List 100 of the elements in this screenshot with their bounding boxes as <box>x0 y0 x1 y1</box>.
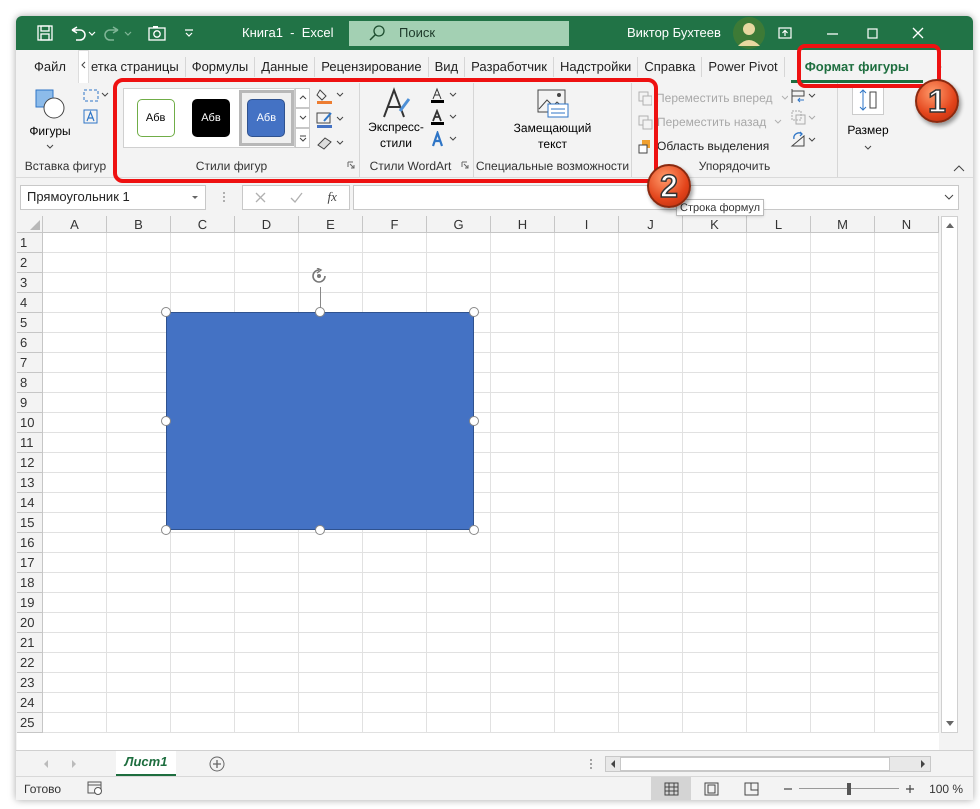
row-header[interactable]: 9 <box>17 393 43 413</box>
ribbon-tab[interactable]: етка страницы <box>88 52 185 82</box>
row-header[interactable]: 15 <box>17 513 43 533</box>
text-box-icon[interactable] <box>82 109 99 125</box>
row-header[interactable]: 6 <box>17 333 43 353</box>
customize-caret-icon[interactable] <box>184 29 194 37</box>
style-preset[interactable]: Абв <box>238 90 294 146</box>
collapse-ribbon-icon[interactable] <box>953 165 965 172</box>
row-header[interactable]: 14 <box>17 493 43 513</box>
row-header[interactable]: 7 <box>17 353 43 373</box>
row-header[interactable]: 16 <box>17 533 43 553</box>
dialog-launcher-icon[interactable] <box>347 161 355 169</box>
gallery-up-button[interactable] <box>295 88 310 108</box>
row-header[interactable]: 1 <box>17 233 43 253</box>
rotate-handle-icon[interactable] <box>311 268 328 285</box>
align-icon[interactable] <box>790 87 816 105</box>
ribbon-tab[interactable]: Формулы <box>186 52 254 82</box>
row-header[interactable]: 5 <box>17 313 43 333</box>
caret-icon <box>780 95 788 101</box>
ribbon-tab[interactable]: Надстройки <box>554 52 638 82</box>
row-header[interactable]: 25 <box>17 713 43 733</box>
row-header[interactable]: 8 <box>17 373 43 393</box>
save-icon[interactable] <box>36 24 54 42</box>
ribbon-tab[interactable]: Файл <box>28 52 72 82</box>
scroll-up-icon[interactable] <box>944 222 954 229</box>
user-avatar[interactable] <box>732 17 765 49</box>
alt-text-icon <box>536 89 568 119</box>
name-box[interactable]: Прямоугольник 1 <box>20 184 206 210</box>
scroll-left-icon[interactable] <box>609 758 617 768</box>
alt-text-button[interactable]: Замещающий текст <box>474 83 631 157</box>
row-header[interactable]: 24 <box>17 693 43 713</box>
row-header[interactable]: 3 <box>17 273 43 293</box>
text-outline-icon[interactable] <box>430 109 458 127</box>
caret-icon[interactable] <box>88 30 96 36</box>
close-icon[interactable] <box>912 27 924 39</box>
camera-icon[interactable] <box>148 24 166 42</box>
ribbon-tab[interactable]: Разработчик <box>465 52 553 82</box>
shapes-button[interactable]: Фигуры <box>24 83 76 157</box>
zoom-in-icon[interactable] <box>905 784 916 794</box>
style-preset[interactable]: Абв <box>183 90 239 146</box>
row-header[interactable]: 2 <box>17 253 43 273</box>
ribbon-tab[interactable]: Вид <box>428 52 464 82</box>
page-break-icon <box>744 782 759 796</box>
outline-color-icon[interactable] <box>316 111 344 129</box>
group-label: Стили WordArt <box>368 158 452 175</box>
fill-color-icon[interactable] <box>316 87 344 105</box>
edit-shape-icon[interactable] <box>82 87 110 103</box>
arrange-item[interactable]: Область выделения <box>638 136 788 156</box>
horizontal-scrollbar[interactable] <box>605 756 931 772</box>
style-preset[interactable]: Абв <box>128 90 184 146</box>
search-placeholder: Поиск <box>399 24 436 42</box>
add-sheet-icon[interactable] <box>209 756 225 772</box>
previous-sheet-icon <box>42 758 50 768</box>
row-header[interactable]: 21 <box>17 633 43 653</box>
macro-record-icon[interactable] <box>87 781 104 796</box>
ribbon-tab[interactable]: Справка <box>638 52 702 82</box>
rotate-icon[interactable] <box>790 131 816 149</box>
ribbon-display-icon[interactable] <box>778 26 792 40</box>
cancel-icon <box>255 192 266 202</box>
row-header[interactable]: 10 <box>17 413 43 433</box>
vertical-scrollbar[interactable] <box>941 216 958 733</box>
row-header[interactable]: 4 <box>17 293 43 313</box>
splitter-handle-icon[interactable] <box>222 191 226 203</box>
send-backward-icon <box>638 114 653 130</box>
zoom-thumb[interactable] <box>847 782 852 794</box>
text-fill-icon[interactable] <box>430 87 458 105</box>
view-button[interactable] <box>651 777 692 800</box>
scroll-left-button[interactable] <box>78 50 89 84</box>
expand-icon <box>298 134 308 142</box>
row-header[interactable]: 23 <box>17 673 43 693</box>
gallery-more-button[interactable] <box>295 128 310 148</box>
ribbon-tab[interactable]: Рецензирование <box>315 52 428 82</box>
caret-icon <box>124 30 132 36</box>
sheet-tab[interactable]: Лист1 <box>116 750 176 776</box>
row-header[interactable]: 19 <box>17 593 43 613</box>
row-header[interactable]: 12 <box>17 453 43 473</box>
row-header[interactable]: 11 <box>17 433 43 453</box>
row-header[interactable]: 22 <box>17 653 43 673</box>
splitter-handle-icon[interactable] <box>589 758 593 770</box>
row-header[interactable]: 13 <box>17 473 43 493</box>
row-header[interactable]: 20 <box>17 613 43 633</box>
gallery-down-button[interactable] <box>295 108 310 128</box>
zoom-slider[interactable] <box>799 782 900 794</box>
group-icon <box>790 109 816 127</box>
ribbon-tab[interactable]: Данные <box>255 52 314 82</box>
scroll-down-icon[interactable] <box>944 720 954 727</box>
maximize-icon[interactable] <box>866 28 878 38</box>
search-field[interactable]: Поиск <box>349 20 569 46</box>
insert-function-button[interactable]: fx <box>328 187 337 207</box>
size-button[interactable]: Размер <box>838 83 898 177</box>
dialog-launcher-icon[interactable] <box>461 161 469 169</box>
quick-styles-button[interactable]: Экспресс-стили <box>366 83 426 157</box>
ribbon-tab[interactable]: Power Pivot <box>702 52 784 82</box>
brush-letter-icon <box>381 87 411 119</box>
scroll-right-icon[interactable] <box>919 758 927 768</box>
row-header[interactable]: 18 <box>17 573 43 593</box>
bring-forward-icon <box>638 90 652 106</box>
row-header[interactable]: 17 <box>17 553 43 573</box>
text-effects-icon[interactable] <box>430 131 458 149</box>
scroll-thumb[interactable] <box>620 756 890 770</box>
